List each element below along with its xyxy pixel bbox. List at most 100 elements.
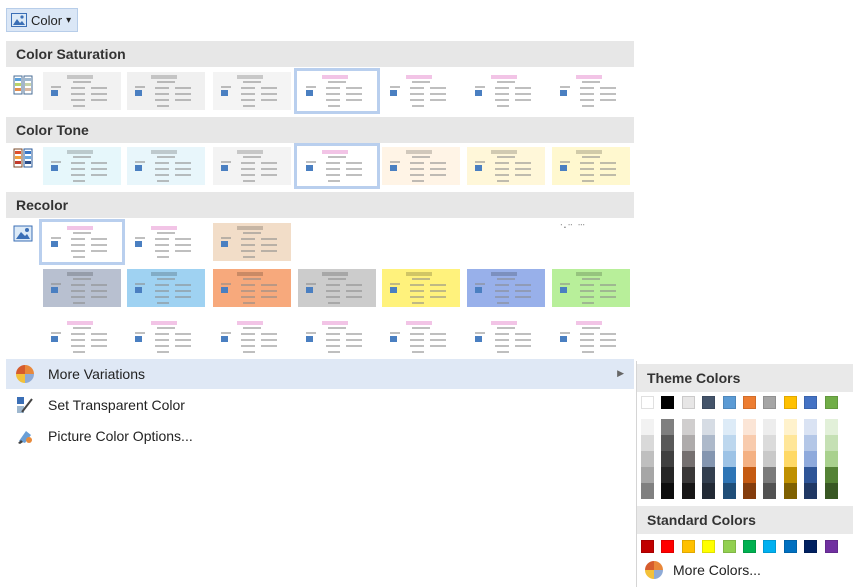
- theme-shade-swatch[interactable]: [722, 483, 736, 499]
- saturation-preset[interactable]: [294, 68, 380, 114]
- theme-shade-swatch[interactable]: [702, 483, 716, 499]
- tone-preset[interactable]: [294, 143, 380, 189]
- recolor-preset[interactable]: [552, 269, 630, 307]
- standard-color-swatch[interactable]: [824, 540, 838, 553]
- saturation-preset[interactable]: [43, 72, 121, 110]
- recolor-preset[interactable]: [467, 318, 545, 356]
- theme-shade-swatch[interactable]: [763, 419, 777, 435]
- tone-preset[interactable]: [43, 147, 121, 185]
- theme-shade-swatch[interactable]: [763, 451, 777, 467]
- theme-shade-swatch[interactable]: [641, 483, 654, 499]
- standard-color-swatch[interactable]: [702, 540, 716, 553]
- recolor-preset[interactable]: [467, 269, 545, 307]
- more-colors-item[interactable]: More Colors...: [645, 561, 761, 579]
- theme-shade-swatch[interactable]: [783, 467, 797, 483]
- theme-color-swatch[interactable]: [824, 396, 838, 409]
- theme-shade-swatch[interactable]: [641, 419, 654, 435]
- theme-shade-swatch[interactable]: [783, 483, 797, 499]
- theme-shade-swatch[interactable]: [804, 483, 818, 499]
- more-variations-item[interactable]: More Variations ▶: [6, 359, 634, 389]
- recolor-preset[interactable]: [213, 269, 291, 307]
- tone-preset[interactable]: [467, 147, 545, 185]
- tone-preset[interactable]: [552, 147, 630, 185]
- theme-shade-swatch[interactable]: [702, 451, 716, 467]
- standard-color-swatch[interactable]: [783, 540, 797, 553]
- saturation-preset[interactable]: [467, 72, 545, 110]
- standard-color-swatch[interactable]: [804, 540, 818, 553]
- recolor-preset[interactable]: [552, 318, 630, 356]
- standard-color-swatch[interactable]: [641, 540, 654, 553]
- standard-color-swatch[interactable]: [743, 540, 756, 553]
- theme-color-swatch[interactable]: [804, 396, 818, 409]
- recolor-preset[interactable]: [127, 269, 205, 307]
- theme-shade-swatch[interactable]: [681, 419, 695, 435]
- theme-shade-swatch[interactable]: [641, 451, 654, 467]
- standard-color-swatch[interactable]: [763, 540, 777, 553]
- theme-shade-swatch[interactable]: [824, 451, 838, 467]
- theme-shade-swatch[interactable]: [824, 483, 838, 499]
- theme-shade-swatch[interactable]: [641, 467, 654, 483]
- recolor-preset[interactable]: [39, 219, 125, 265]
- theme-shade-swatch[interactable]: [702, 435, 716, 451]
- theme-shade-swatch[interactable]: [661, 435, 675, 451]
- recolor-preset[interactable]: [127, 223, 205, 261]
- saturation-preset[interactable]: [552, 72, 630, 110]
- theme-shade-swatch[interactable]: [804, 467, 818, 483]
- theme-shade-swatch[interactable]: [661, 451, 675, 467]
- theme-shade-swatch[interactable]: [743, 467, 756, 483]
- theme-shade-swatch[interactable]: [743, 451, 756, 467]
- tone-preset[interactable]: [127, 147, 205, 185]
- theme-shade-swatch[interactable]: [824, 419, 838, 435]
- set-transparent-color-item[interactable]: Set Transparent Color: [6, 390, 634, 420]
- saturation-preset[interactable]: [213, 72, 291, 110]
- theme-shade-swatch[interactable]: [722, 435, 736, 451]
- theme-shade-swatch[interactable]: [804, 435, 818, 451]
- theme-shade-swatch[interactable]: [681, 451, 695, 467]
- tone-preset[interactable]: [382, 147, 460, 185]
- picture-color-options-item[interactable]: Picture Color Options...: [6, 421, 634, 451]
- standard-color-swatch[interactable]: [661, 540, 675, 553]
- theme-shade-swatch[interactable]: [702, 467, 716, 483]
- theme-shade-swatch[interactable]: [681, 483, 695, 499]
- recolor-preset[interactable]: [382, 269, 460, 307]
- theme-shade-swatch[interactable]: [722, 419, 736, 435]
- color-button[interactable]: Color ▾: [6, 8, 79, 32]
- theme-shade-swatch[interactable]: [824, 467, 838, 483]
- theme-color-swatch[interactable]: [702, 396, 716, 409]
- theme-shade-swatch[interactable]: [722, 467, 736, 483]
- theme-shade-swatch[interactable]: [763, 435, 777, 451]
- recolor-preset[interactable]: [43, 269, 121, 307]
- theme-color-swatch[interactable]: [681, 396, 695, 409]
- recolor-preset[interactable]: [43, 318, 121, 356]
- theme-shade-swatch[interactable]: [702, 419, 716, 435]
- recolor-thumb-artifact[interactable]: ᐧ.ᐧᐧ ᐧᐧᐧ: [558, 214, 628, 234]
- recolor-preset[interactable]: [213, 318, 291, 356]
- theme-shade-swatch[interactable]: [722, 451, 736, 467]
- theme-shade-swatch[interactable]: [661, 483, 675, 499]
- theme-color-swatch[interactable]: [722, 396, 736, 409]
- tone-preset[interactable]: [213, 147, 291, 185]
- theme-shade-swatch[interactable]: [783, 451, 797, 467]
- theme-color-swatch[interactable]: [763, 396, 777, 409]
- theme-shade-swatch[interactable]: [661, 419, 675, 435]
- theme-color-swatch[interactable]: [743, 396, 756, 409]
- theme-shade-swatch[interactable]: [763, 467, 777, 483]
- theme-color-swatch[interactable]: [641, 396, 654, 409]
- saturation-preset[interactable]: [127, 72, 205, 110]
- theme-shade-swatch[interactable]: [824, 435, 838, 451]
- recolor-preset[interactable]: [298, 318, 376, 356]
- saturation-preset[interactable]: [382, 72, 460, 110]
- recolor-preset[interactable]: [298, 269, 376, 307]
- theme-shade-swatch[interactable]: [743, 483, 756, 499]
- theme-shade-swatch[interactable]: [641, 435, 654, 451]
- theme-color-swatch[interactable]: [661, 396, 675, 409]
- theme-shade-swatch[interactable]: [783, 419, 797, 435]
- theme-shade-swatch[interactable]: [783, 435, 797, 451]
- theme-shade-swatch[interactable]: [661, 467, 675, 483]
- standard-color-swatch[interactable]: [681, 540, 695, 553]
- theme-shade-swatch[interactable]: [743, 419, 756, 435]
- recolor-preset[interactable]: [127, 318, 205, 356]
- recolor-preset[interactable]: [382, 318, 460, 356]
- theme-shade-swatch[interactable]: [743, 435, 756, 451]
- standard-color-swatch[interactable]: [722, 540, 736, 553]
